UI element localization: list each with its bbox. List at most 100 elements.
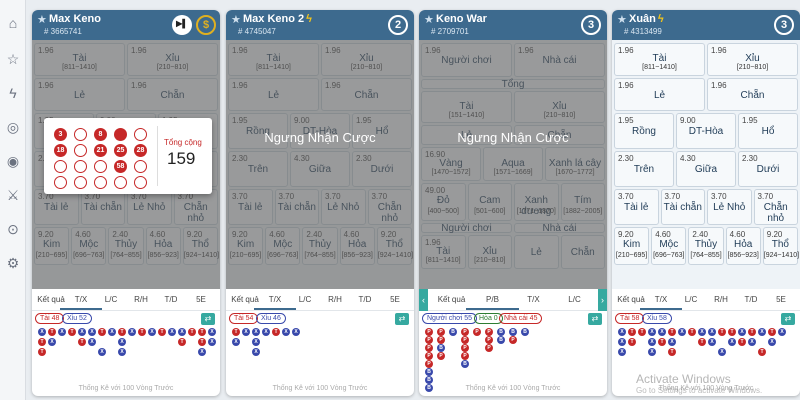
bet-cell-2-1[interactable]: 9.00DT-Hòa bbox=[676, 113, 736, 149]
bet-cell-3-1[interactable]: 4.30Giữa bbox=[290, 151, 350, 187]
bet-cell-5-3[interactable]: 4.60 Hỏa [856~923] bbox=[339, 227, 375, 265]
bet-cell-0-0[interactable]: 1.96 Tài [811~1410] bbox=[228, 43, 319, 76]
favorite-star-icon[interactable]: ★ bbox=[617, 13, 627, 26]
sword-icon[interactable]: ⚔ bbox=[4, 186, 22, 204]
tab-1[interactable]: T/X bbox=[60, 295, 102, 310]
tab-1[interactable]: P/B bbox=[466, 295, 519, 310]
bet-cell-4-3[interactable]: 3.70 Chẵn nhỏ bbox=[173, 189, 218, 225]
bet-cell-4-0[interactable]: 3.70 Tài lẻ bbox=[614, 189, 659, 225]
tab-4[interactable]: T/D bbox=[736, 295, 766, 304]
swap-icon[interactable]: ⇄ bbox=[201, 313, 215, 325]
bet-cell-4-2[interactable]: Xanh lá cây [1670~1772] bbox=[545, 147, 605, 181]
bet-cell-4-1[interactable]: Aqua [1571~1669] bbox=[483, 147, 543, 181]
bet-cell-3-1[interactable]: 4.30Giữa bbox=[676, 151, 736, 187]
bet-cell-5-2[interactable]: 2.40 Thủy [764~855] bbox=[688, 227, 724, 265]
bet-cell-3-2[interactable]: 2.30Dưới bbox=[352, 151, 412, 187]
bet-cell-5-0[interactable]: 9.20 Kim [210~695] bbox=[614, 227, 650, 265]
bet-cell-5-1[interactable]: 4.60 Mộc [696~763] bbox=[651, 227, 687, 265]
tab-2[interactable]: L/C bbox=[290, 295, 320, 304]
bet-cell-4-2[interactable]: 3.70 Lẻ Nhỏ bbox=[707, 189, 752, 225]
bet-cell-4-2[interactable]: 3.70 Lẻ Nhỏ bbox=[127, 189, 172, 225]
bet-cell-5-0[interactable]: 9.20 Kim [210~695] bbox=[228, 227, 264, 265]
tab-3[interactable]: R/H bbox=[126, 295, 156, 304]
bet-cell-2-0[interactable]: 1.95Rồng bbox=[614, 113, 674, 149]
bet-cell-1-0[interactable]: 1.96 Lẻ bbox=[34, 78, 125, 111]
settings-icon[interactable]: ⚙ bbox=[4, 254, 22, 272]
bolt-icon[interactable]: ϟ bbox=[4, 84, 22, 102]
bet-cell-6-0[interactable]: Người chơi bbox=[421, 223, 512, 234]
bet-cell-5-1[interactable]: 4.60 Mộc [696~763] bbox=[265, 227, 301, 265]
favorite-star-icon[interactable]: ★ bbox=[37, 13, 47, 26]
favorite-star-icon[interactable]: ★ bbox=[424, 13, 434, 26]
star-icon[interactable]: ☆ bbox=[4, 50, 22, 68]
tab-4[interactable]: T/D bbox=[350, 295, 380, 304]
tab-4[interactable]: T/D bbox=[156, 295, 186, 304]
bet-cell-5-1[interactable]: Cam [501~600] bbox=[467, 183, 512, 221]
bet-cell-1-0[interactable]: 1.96 Lẻ bbox=[614, 78, 705, 111]
favorite-star-icon[interactable]: ★ bbox=[231, 13, 241, 26]
bet-cell-1-0[interactable]: Tổng bbox=[421, 79, 605, 90]
bet-cell-5-4[interactable]: 9.20 Thổ [924~1410] bbox=[182, 227, 219, 265]
bet-cell-0-0[interactable]: 1.96 Tài [811~1410] bbox=[34, 43, 125, 76]
bet-cell-1-1[interactable]: 1.96 Chẵn bbox=[127, 78, 218, 111]
bet-cell-4-0[interactable]: 16.90 Vàng [1470~1572] bbox=[421, 147, 481, 181]
bet-cell-7-2[interactable]: Lẻ bbox=[514, 235, 559, 269]
bet-cell-5-4[interactable]: 9.20 Thổ [924~1410] bbox=[762, 227, 799, 265]
bet-cell-4-1[interactable]: 3.70 Tài chẵn bbox=[660, 189, 705, 225]
tab-2[interactable]: T/X bbox=[513, 295, 554, 304]
tab-1[interactable]: T/X bbox=[640, 295, 682, 310]
bet-cell-5-2[interactable]: 2.40 Thủy [764~855] bbox=[302, 227, 338, 265]
bet-cell-5-3[interactable]: 4.60 Hỏa [856~923] bbox=[725, 227, 761, 265]
bet-cell-7-0[interactable]: 1.96 Tài [811~1410] bbox=[421, 235, 466, 269]
tab-0[interactable]: Kết quả bbox=[431, 295, 472, 304]
bet-cell-2-0[interactable]: Tài [151~1410] bbox=[421, 91, 512, 123]
bet-cell-5-4[interactable]: 9.20 Thổ [924~1410] bbox=[376, 227, 413, 265]
bet-cell-4-1[interactable]: 3.70 Tài chẵn bbox=[274, 189, 319, 225]
tab-next-arrow-icon[interactable]: › bbox=[598, 289, 607, 311]
bet-cell-1-1[interactable]: 1.96 Chẵn bbox=[321, 78, 412, 111]
home-icon[interactable]: ⌂ bbox=[4, 14, 22, 32]
tab-1[interactable]: T/X bbox=[254, 295, 296, 310]
bet-cell-3-2[interactable]: 2.30Dưới bbox=[738, 151, 798, 187]
bet-cell-5-2[interactable]: 2.40 Thủy [764~855] bbox=[108, 227, 144, 265]
tab-0[interactable]: Kết quả bbox=[616, 295, 646, 304]
tab-0[interactable]: Kết quả bbox=[230, 295, 260, 304]
tab-2[interactable]: L/C bbox=[96, 295, 126, 304]
bet-cell-0-1[interactable]: 1.96 Xỉu [210~810] bbox=[127, 43, 218, 76]
bet-cell-0-0[interactable]: 1.96 Người chơi bbox=[421, 43, 512, 77]
bet-cell-4-2[interactable]: 3.70 Lẻ Nhỏ bbox=[321, 189, 366, 225]
bet-cell-5-0[interactable]: 49.00 Đỏ [400~500] bbox=[421, 183, 466, 221]
bet-cell-7-1[interactable]: Xỉu [210~810] bbox=[467, 235, 512, 269]
tab-3[interactable]: R/H bbox=[706, 295, 736, 304]
bet-cell-5-0[interactable]: 9.20 Kim [210~695] bbox=[34, 227, 70, 265]
target-icon[interactable]: ◉ bbox=[4, 152, 22, 170]
bet-cell-7-3[interactable]: Chẵn bbox=[560, 235, 605, 269]
bet-cell-3-0[interactable]: 2.30Trên bbox=[614, 151, 674, 187]
bet-cell-4-0[interactable]: 3.70 Tài lẻ bbox=[34, 189, 79, 225]
bet-cell-0-1[interactable]: 1.96 Xỉu [210~810] bbox=[707, 43, 798, 76]
tab-3[interactable]: L/C bbox=[554, 295, 595, 304]
bet-cell-5-1[interactable]: 4.60 Mộc [696~763] bbox=[71, 227, 107, 265]
bet-cell-4-0[interactable]: 3.70 Tài lẻ bbox=[228, 189, 273, 225]
tab-2[interactable]: L/C bbox=[676, 295, 706, 304]
tab-prev-arrow-icon[interactable]: ‹ bbox=[419, 289, 428, 311]
bet-cell-0-1[interactable]: 1.96 Nhà cái bbox=[514, 43, 605, 77]
bet-cell-4-3[interactable]: 3.70 Chẵn nhỏ bbox=[753, 189, 798, 225]
play-pause-icon[interactable]: ▶▌ bbox=[172, 15, 192, 35]
tab-5[interactable]: 5E bbox=[186, 295, 216, 304]
tab-5[interactable]: 5E bbox=[380, 295, 410, 304]
tab-5[interactable]: 5E bbox=[766, 295, 796, 304]
bet-cell-1-0[interactable]: 1.96 Lẻ bbox=[228, 78, 319, 111]
bet-cell-3-0[interactable]: 2.30Trên bbox=[228, 151, 288, 187]
bet-cell-4-1[interactable]: 3.70 Tài chẵn bbox=[80, 189, 125, 225]
swap-icon[interactable]: ⇄ bbox=[781, 313, 795, 325]
bet-cell-4-3[interactable]: 3.70 Chẵn nhỏ bbox=[367, 189, 412, 225]
bet-cell-6-1[interactable]: Nhà cái bbox=[514, 223, 605, 234]
bet-cell-5-3[interactable]: Tím [1882~2005] bbox=[560, 183, 605, 221]
swap-icon[interactable]: ⇄ bbox=[395, 313, 409, 325]
coin-icon[interactable]: ◎ bbox=[4, 118, 22, 136]
bet-cell-2-2[interactable]: 1.95Hổ bbox=[738, 113, 798, 149]
bet-cell-2-1[interactable]: Xỉu [210~810] bbox=[514, 91, 605, 123]
bet-cell-5-3[interactable]: 4.60 Hỏa [856~923] bbox=[145, 227, 181, 265]
tab-0[interactable]: Kết quả bbox=[36, 295, 66, 304]
